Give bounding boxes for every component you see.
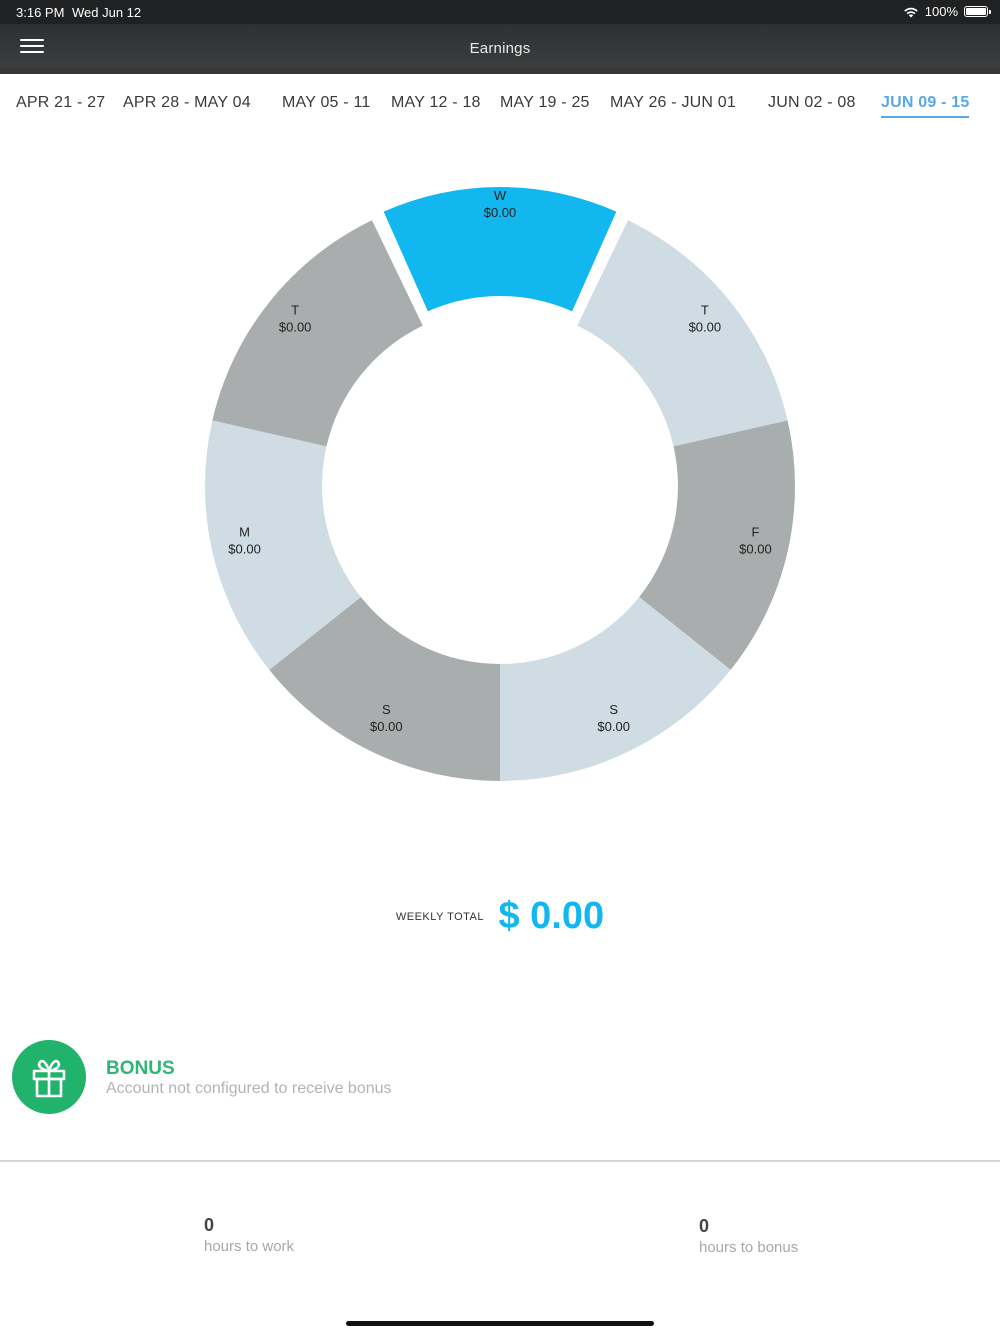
status-right: 100% [903,4,991,19]
segment-day-label: F [751,524,759,539]
week-tab[interactable]: MAY 05 - 11 [282,94,370,112]
week-tab[interactable]: APR 28 - MAY 04 [123,94,251,112]
home-indicator [346,1321,654,1326]
status-bar: 3:16 PM Wed Jun 12 100% [0,0,1000,24]
segment-day-label: W [494,188,507,203]
battery-icon [964,6,991,17]
donut-segment-1[interactable] [577,220,788,447]
hours-to-work-value: 0 [204,1215,215,1235]
week-tab[interactable]: JUN 02 - 08 [768,94,856,112]
week-tab[interactable]: APR 21 - 27 [16,94,105,112]
bonus-title: BONUS [106,1058,175,1079]
segment-amount-label: $0.00 [484,205,517,220]
bonus-section: BONUS Account not configured to receive … [12,1040,992,1120]
status-time: 3:16 PM [16,5,65,20]
page-title: Earnings [469,40,531,57]
segment-day-label: S [382,702,391,717]
segment-amount-label: $0.00 [370,719,403,734]
segment-amount-label: $0.00 [739,541,772,556]
segment-day-label: S [609,702,618,717]
week-tab[interactable]: MAY 26 - JUN 01 [610,94,736,112]
segment-day-label: T [701,303,709,318]
weekly-total-amount: $ 0.00 [498,895,605,937]
hours-to-bonus-value: 0 [699,1216,710,1236]
segment-day-label: T [291,303,299,318]
hours-to-work-label: hours to work [204,1238,295,1255]
battery-percent: 100% [924,4,958,19]
bonus-subtitle: Account not configured to receive bonus [106,1080,392,1097]
divider [0,1160,1000,1162]
weekly-total: WEEKLY TOTAL $ 0.00 [0,895,1000,938]
nav-bar: Earnings [0,24,1000,74]
gift-icon [12,1040,86,1114]
donut-segment-6[interactable] [212,220,423,447]
segment-amount-label: $0.00 [689,320,722,335]
hours-to-work-stat: 0 hours to work [204,1215,294,1255]
segment-amount-label: $0.00 [279,320,312,335]
segment-amount-label: $0.00 [597,719,630,734]
hours-to-bonus-label: hours to bonus [699,1239,799,1256]
daily-earnings-donut: W $0.00 T $0.00 F $0.00 S $0.00 S $0.00 M $0.00 T $0.… [205,187,795,781]
hours-to-bonus-stat: 0 hours to bonus [699,1216,798,1256]
week-tab[interactable]: MAY 19 - 25 [500,94,590,112]
status-date: Wed Jun 12 [72,5,142,20]
segment-day-label: M [239,524,250,539]
weekly-total-label: WEEKLY TOTAL [395,910,484,923]
wifi-icon [903,7,918,17]
week-tab-active[interactable]: JUN 09 - 15 [881,94,970,118]
week-tab[interactable]: MAY 12 - 18 [391,94,481,112]
week-selector: APR 21 - 27 APR 28 - MAY 04 MAY 05 - 11 … [0,90,1000,122]
segment-amount-label: $0.00 [228,541,261,556]
